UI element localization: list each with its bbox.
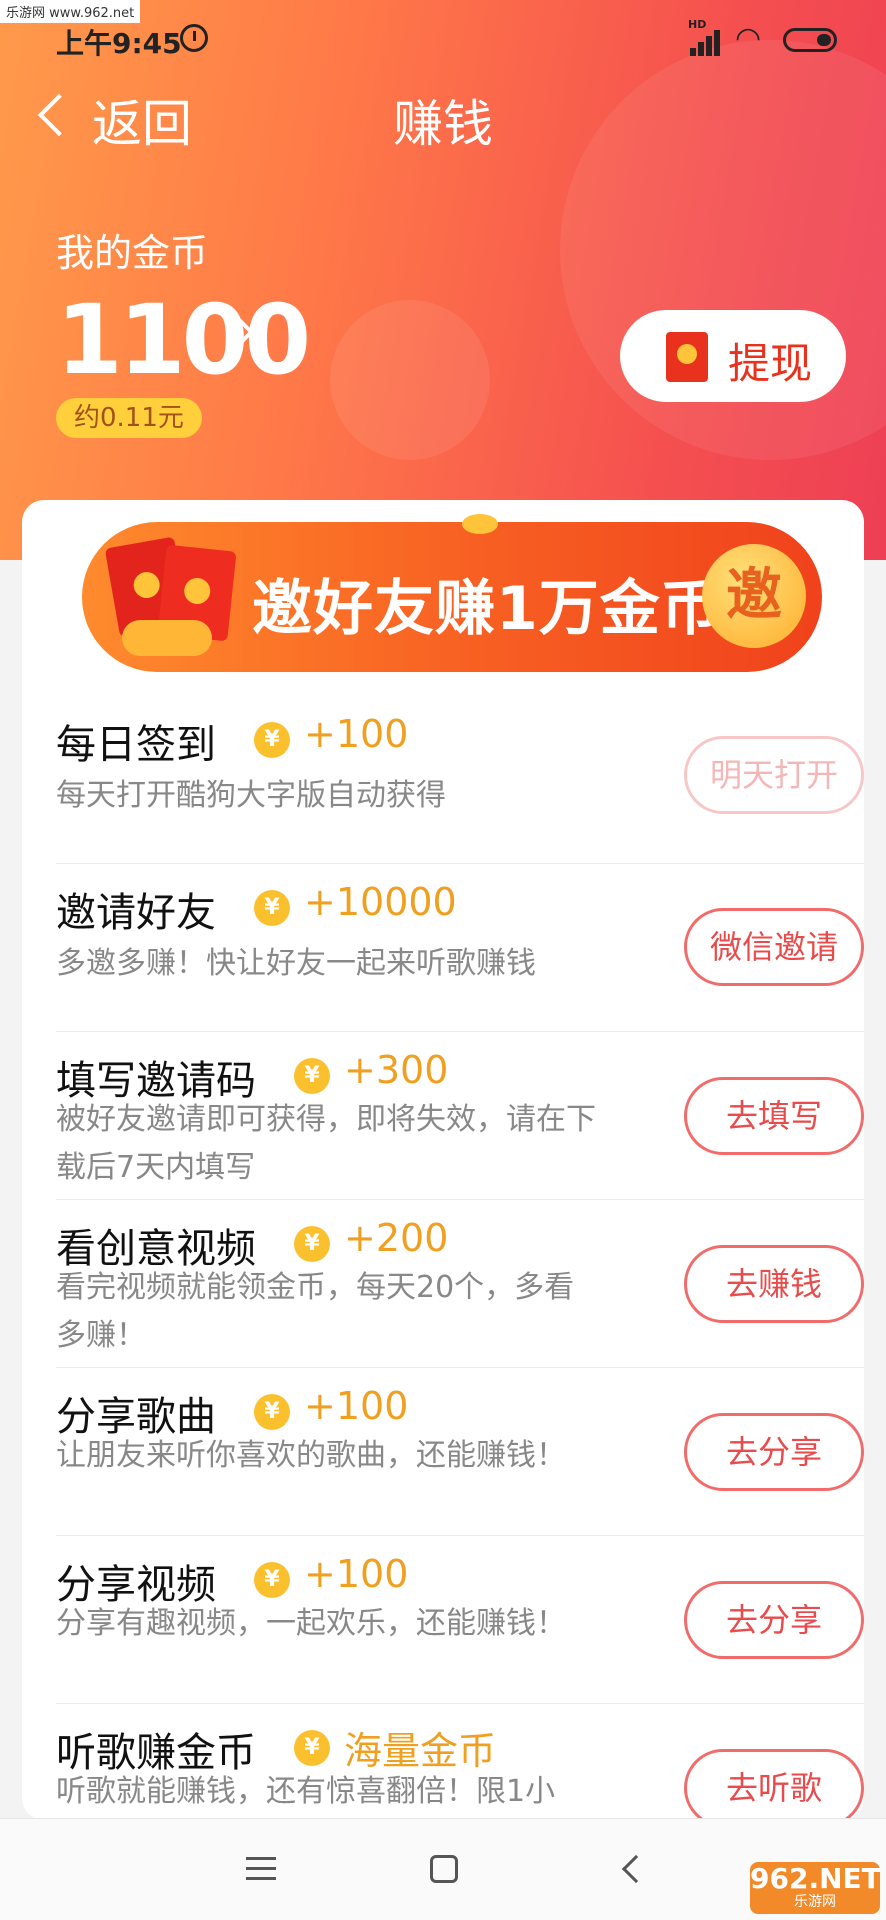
coin-icon: ¥ (294, 1058, 330, 1094)
signal-icon (690, 26, 726, 56)
decor-circle (330, 300, 490, 460)
home-icon[interactable] (430, 1855, 458, 1883)
task-desc: 被好友邀请即可获得，即将失效，请在下载后7天内填写 (56, 1102, 596, 1185)
task-desc: 听歌就能赚钱，还有惊喜翻倍！限1小 (56, 1774, 556, 1809)
invite-badge: 邀 (702, 544, 806, 648)
coin-stack-icon (122, 620, 212, 656)
task-desc: 看完视频就能领金币，每天20个，多看多赚！ (56, 1270, 575, 1353)
battery-icon (783, 28, 837, 52)
task-name: 每日签到 (56, 722, 216, 768)
coins-value[interactable]: 1100 (56, 290, 311, 390)
task-row-invite-code: 填写邀请码 ¥ +300 被好友邀请即可获得，即将失效，请在下载后7天内填写 去… (56, 1032, 864, 1200)
task-row-daily-checkin: 每日签到 ¥ +100 每天打开酷狗大字版自动获得 明天打开 (56, 696, 864, 864)
task-button-share-video[interactable]: 去分享 (684, 1581, 864, 1659)
task-row-invite-friends: 邀请好友 ¥ +10000 多邀多赚！快让好友一起来听歌赚钱 微信邀请 (56, 864, 864, 1032)
task-row-watch-video: 看创意视频 ¥ +200 看完视频就能领金币，每天20个，多看多赚！ 去赚钱 (56, 1200, 864, 1368)
task-button-wechat-invite[interactable]: 微信邀请 (684, 908, 864, 986)
banner-text: 邀好友赚1万金币 (252, 574, 722, 644)
task-desc: 让朋友来听你喜欢的歌曲，还能赚钱！ (56, 1438, 566, 1473)
watermark-top: 乐游网 www.962.net (0, 0, 141, 23)
task-desc: 多邀多赚！快让好友一起来听歌赚钱 (56, 946, 536, 981)
task-reward: +100 (304, 1384, 409, 1428)
wifi-icon: ◠ (735, 21, 762, 56)
coin-icon: ¥ (254, 1394, 290, 1430)
tasks-card: 邀好友赚1万金币 邀 每日签到 ¥ +100 每天打开酷狗大字版自动获得 明天打… (22, 500, 864, 1827)
header-background: 上午9:45 HD ◠ 返回 赚钱 我的金币 1100 约0.11元 提现 (0, 0, 886, 560)
withdraw-button[interactable]: 提现 (620, 310, 846, 402)
task-reward: +100 (304, 712, 409, 756)
page-title: 赚钱 (393, 95, 493, 153)
task-button-earn[interactable]: 去赚钱 (684, 1245, 864, 1323)
task-row-share-video: 分享视频 ¥ +100 分享有趣视频，一起欢乐，还能赚钱！ 去分享 (56, 1536, 864, 1704)
alarm-icon (180, 24, 208, 52)
menu-icon[interactable] (246, 1857, 276, 1881)
coin-icon: ¥ (254, 722, 290, 758)
watermark-sub: 乐游网 (794, 1894, 836, 1910)
nav-bar: 返回 赚钱 (0, 80, 886, 153)
task-reward: +300 (344, 1048, 449, 1092)
task-reward: +10000 (304, 880, 457, 924)
coins-yuan-badge: 约0.11元 (56, 398, 202, 438)
coin-icon: ¥ (294, 1730, 330, 1766)
invite-banner[interactable]: 邀好友赚1万金币 邀 (82, 514, 822, 672)
task-name: 邀请好友 (56, 890, 216, 936)
system-nav-bar: 962.NET 乐游网 (0, 1818, 886, 1920)
task-desc: 分享有趣视频，一起欢乐，还能赚钱！ (56, 1606, 566, 1641)
task-reward: +200 (344, 1216, 449, 1260)
task-reward: +100 (304, 1552, 409, 1596)
watermark-main: 962.NET (750, 1862, 881, 1895)
task-button-listen[interactable]: 去听歌 (684, 1749, 864, 1827)
red-packet-icon (666, 332, 708, 382)
back-icon[interactable] (621, 1854, 651, 1884)
coin-icon: ¥ (294, 1226, 330, 1262)
withdraw-label: 提现 (728, 339, 813, 388)
task-row-share-song: 分享歌曲 ¥ +100 让朋友来听你喜欢的歌曲，还能赚钱！ 去分享 (56, 1368, 864, 1536)
status-time: 上午9:45 (56, 27, 182, 60)
watermark-logo: 962.NET 乐游网 (750, 1862, 881, 1914)
task-button-checkin[interactable]: 明天打开 (684, 736, 864, 814)
task-reward: 海量金币 (344, 1729, 497, 1773)
coins-label: 我的金币 (56, 231, 209, 275)
task-button-share-song[interactable]: 去分享 (684, 1413, 864, 1491)
task-button-fill-code[interactable]: 去填写 (684, 1077, 864, 1155)
coin-icon: ¥ (254, 1562, 290, 1598)
task-desc: 每天打开酷狗大字版自动获得 (56, 778, 446, 813)
coin-icon (462, 514, 498, 534)
coin-icon: ¥ (254, 890, 290, 926)
